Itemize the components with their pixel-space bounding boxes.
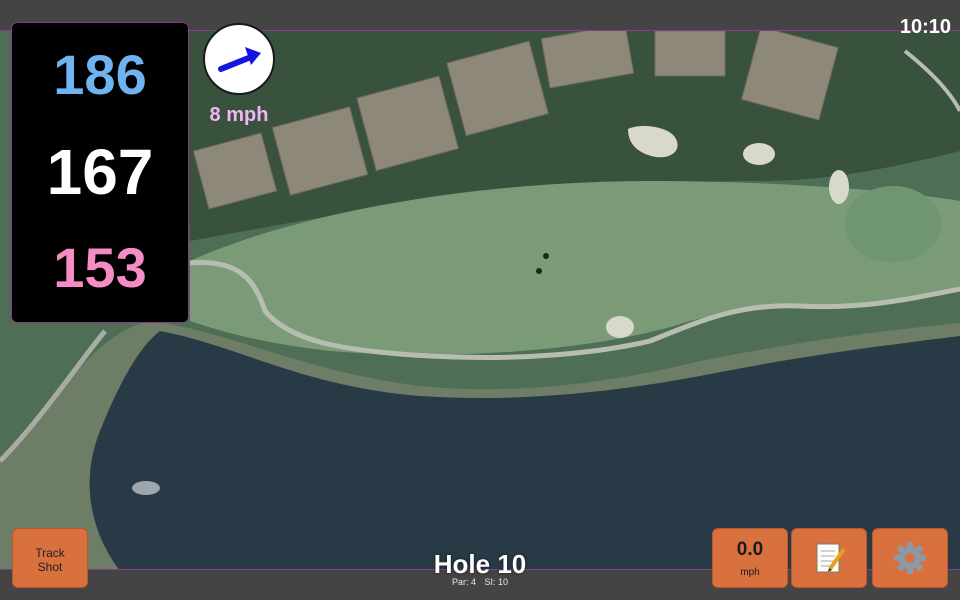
wind-speed: 8 mph: [209, 104, 269, 126]
track-shot-button[interactable]: Track Shot: [12, 528, 88, 588]
track-shot-label-line2: Shot: [37, 560, 63, 574]
speed-value: 0.0: [736, 539, 764, 560]
hole-title: Hole 10: [433, 549, 527, 579]
speed-unit: mph: [740, 567, 760, 578]
speed-button[interactable]: 0.0 mph: [712, 528, 788, 588]
distance-panel: 186 167 153: [11, 22, 189, 323]
clock: 10:10: [899, 16, 951, 38]
hole-par: Par: 4: [451, 577, 476, 587]
settings-button[interactable]: [872, 528, 948, 588]
gear-icon: [894, 542, 926, 574]
distance-back: 186: [53, 43, 147, 106]
track-shot-label-line1: Track: [35, 546, 65, 560]
arrow-icon: [218, 47, 261, 72]
notepad-icon: [816, 543, 846, 573]
distance-middle: 167: [46, 136, 154, 208]
hole-meta: Par: 4 SI: 10: [380, 577, 580, 587]
distance-front: 153: [53, 236, 147, 299]
hole-si: SI: 10: [484, 577, 509, 587]
wind-indicator: [203, 23, 275, 95]
notes-button[interactable]: [791, 528, 867, 588]
